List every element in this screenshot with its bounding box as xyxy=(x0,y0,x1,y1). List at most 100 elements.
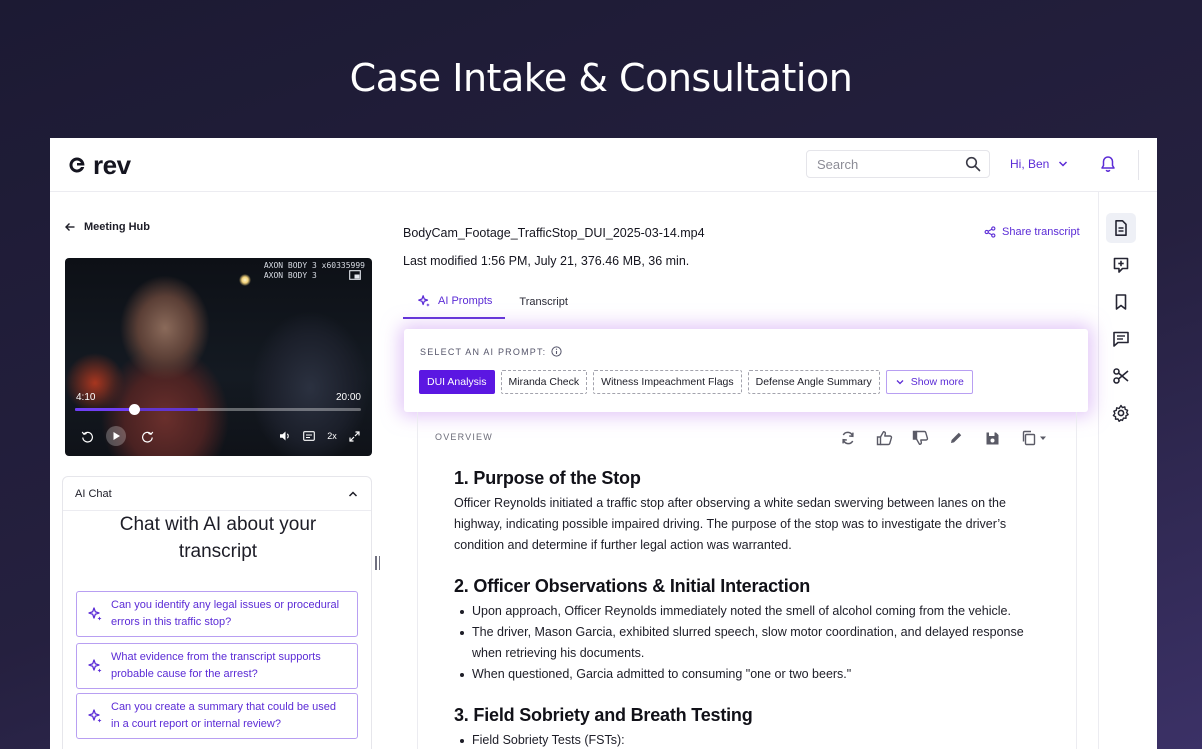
comment-icon xyxy=(1113,331,1129,347)
sparkle-icon xyxy=(418,295,430,307)
thumbs-up-button[interactable] xyxy=(874,428,894,448)
thumbs-down-icon xyxy=(912,430,928,445)
save-icon xyxy=(986,432,998,444)
arrow-left-icon xyxy=(65,223,75,231)
play-button[interactable] xyxy=(106,426,126,446)
overview-label: OVERVIEW xyxy=(435,432,493,442)
video-duration: 20:00 xyxy=(335,392,361,403)
back-link-label: Meeting Hub xyxy=(84,221,150,233)
bullet-item: The driver, Mason Garcia, exhibited slur… xyxy=(454,622,1044,664)
rail-add-note-button[interactable] xyxy=(1106,250,1136,280)
rewind-10-button[interactable] xyxy=(78,426,96,446)
topbar-divider xyxy=(1138,150,1139,180)
prompt-chip-dui-analysis[interactable]: DUI Analysis xyxy=(419,370,495,394)
info-icon[interactable] xyxy=(551,346,562,357)
sparkle-icon xyxy=(88,607,102,621)
panel-resize-handle[interactable] xyxy=(375,556,383,572)
notification-bell-icon[interactable] xyxy=(1100,155,1116,173)
playback-speed-button[interactable]: 2x xyxy=(323,426,341,446)
gear-icon xyxy=(1112,404,1129,422)
ai-chat-heading: Chat with AI about your transcript xyxy=(119,514,317,562)
section-paragraph: Officer Reynolds initiated a traffic sto… xyxy=(454,496,1007,552)
search-input[interactable] xyxy=(807,151,957,177)
caret-down-icon xyxy=(1040,436,1046,440)
bookmark-icon xyxy=(1115,294,1127,310)
video-progress-bar xyxy=(75,408,135,411)
search-box[interactable] xyxy=(806,150,990,178)
prompt-chip-witness-impeachment[interactable]: Witness Impeachment Flags xyxy=(593,370,742,394)
regenerate-button[interactable] xyxy=(838,428,858,448)
rev-logo-icon xyxy=(69,157,85,173)
video-scrubber-handle[interactable] xyxy=(129,404,141,415)
section-heading: 3. Field Sobriety and Breath Testing xyxy=(454,705,753,725)
rewind-icon xyxy=(81,431,93,443)
overview-document: 1. Purpose of the Stop Officer Reynolds … xyxy=(454,468,1044,749)
file-name: BodyCam_Footage_TrafficStop_DUI_2025-03-… xyxy=(403,226,705,240)
show-more-button[interactable]: Show more xyxy=(885,370,973,394)
app-window: rev Hi, Ben xyxy=(50,138,1157,749)
video-controls: 2x xyxy=(65,426,372,446)
rail-bookmark-button[interactable] xyxy=(1106,287,1136,317)
rail-document-button[interactable] xyxy=(1106,213,1136,243)
picture-in-picture-icon[interactable] xyxy=(349,270,361,280)
file-meta: Last modified 1:56 PM, July 21, 376.46 M… xyxy=(403,254,690,268)
section-bullet-list: Upon approach, Officer Reynolds immediat… xyxy=(454,601,1044,685)
chevron-down-icon xyxy=(896,380,904,385)
edit-button[interactable] xyxy=(946,428,966,448)
chevron-up-icon[interactable] xyxy=(347,488,359,500)
copy-icon xyxy=(1022,430,1036,446)
main-tabs: AI Prompts Transcript xyxy=(403,285,581,319)
right-tool-rail xyxy=(1098,192,1157,749)
fullscreen-icon xyxy=(348,430,360,442)
chevron-down-icon xyxy=(1059,161,1068,167)
tab-transcript[interactable]: Transcript xyxy=(505,285,581,319)
ai-chat-title: AI Chat xyxy=(75,487,112,500)
top-bar: rev Hi, Ben xyxy=(50,138,1157,192)
share-label: Share transcript xyxy=(1002,226,1080,238)
play-icon xyxy=(113,432,120,440)
share-transcript-button[interactable]: Share transcript xyxy=(984,226,1080,238)
save-button[interactable] xyxy=(982,428,1002,448)
bullet-item: Field Sobriety Tests (FSTs): xyxy=(454,730,1044,749)
rev-logo[interactable]: rev xyxy=(67,152,131,178)
suggestion-text: What evidence from the transcript suppor… xyxy=(111,651,321,680)
bullet-item: Upon approach, Officer Reynolds immediat… xyxy=(454,601,1044,622)
fullscreen-button[interactable] xyxy=(345,426,363,446)
captions-icon xyxy=(303,431,315,441)
prompt-chip-miranda-check[interactable]: Miranda Check xyxy=(500,370,588,394)
thumbs-down-button[interactable] xyxy=(910,428,930,448)
ai-chat-suggestion[interactable]: What evidence from the transcript suppor… xyxy=(76,643,358,689)
captions-button[interactable] xyxy=(300,426,318,446)
ai-chat-suggestion[interactable]: Can you identify any legal issues or pro… xyxy=(76,591,358,637)
prompt-chip-defense-angle[interactable]: Defense Angle Summary xyxy=(747,370,880,394)
document-icon xyxy=(1115,220,1127,236)
suggestion-text: Can you create a summary that could be u… xyxy=(111,701,337,730)
prompt-chips: DUI Analysis Miranda Check Witness Impea… xyxy=(419,370,973,394)
fast-forward-icon xyxy=(141,431,153,443)
tab-ai-prompts[interactable]: AI Prompts xyxy=(403,285,506,319)
section-heading: 1. Purpose of the Stop xyxy=(454,468,641,488)
pencil-icon xyxy=(951,432,962,443)
user-menu[interactable]: Hi, Ben xyxy=(1010,157,1069,171)
ai-chat-header[interactable]: AI Chat xyxy=(63,477,371,511)
sparkle-icon xyxy=(88,659,102,673)
back-to-meeting-hub-link[interactable]: Meeting Hub xyxy=(64,221,150,233)
video-scrubber[interactable] xyxy=(75,404,361,415)
volume-button[interactable] xyxy=(276,426,294,446)
thumbs-up-icon xyxy=(876,431,892,446)
ai-chat-suggestion[interactable]: Can you create a summary that could be u… xyxy=(76,693,358,739)
logo-text: rev xyxy=(93,150,131,180)
ai-prompt-selector: SELECT AN AI PROMPT: DUI Analysis Mirand… xyxy=(404,329,1088,412)
rail-comments-button[interactable] xyxy=(1106,324,1136,354)
volume-icon xyxy=(280,431,289,441)
copy-menu-button[interactable] xyxy=(1018,428,1050,448)
search-icon[interactable] xyxy=(965,156,981,172)
prompt-selector-label: SELECT AN AI PROMPT: xyxy=(420,346,562,357)
video-player[interactable]: AXON BODY 3 x60335999 AXON BODY 3 4:10 2… xyxy=(65,258,372,456)
forward-10-button[interactable] xyxy=(138,426,156,446)
rail-settings-button[interactable] xyxy=(1106,398,1136,428)
page-hero-title: Case Intake & Consultation xyxy=(349,56,853,100)
show-more-label: Show more xyxy=(910,376,964,388)
prompt-label-text: SELECT AN AI PROMPT: xyxy=(420,346,547,357)
rail-clip-button[interactable] xyxy=(1106,361,1136,391)
